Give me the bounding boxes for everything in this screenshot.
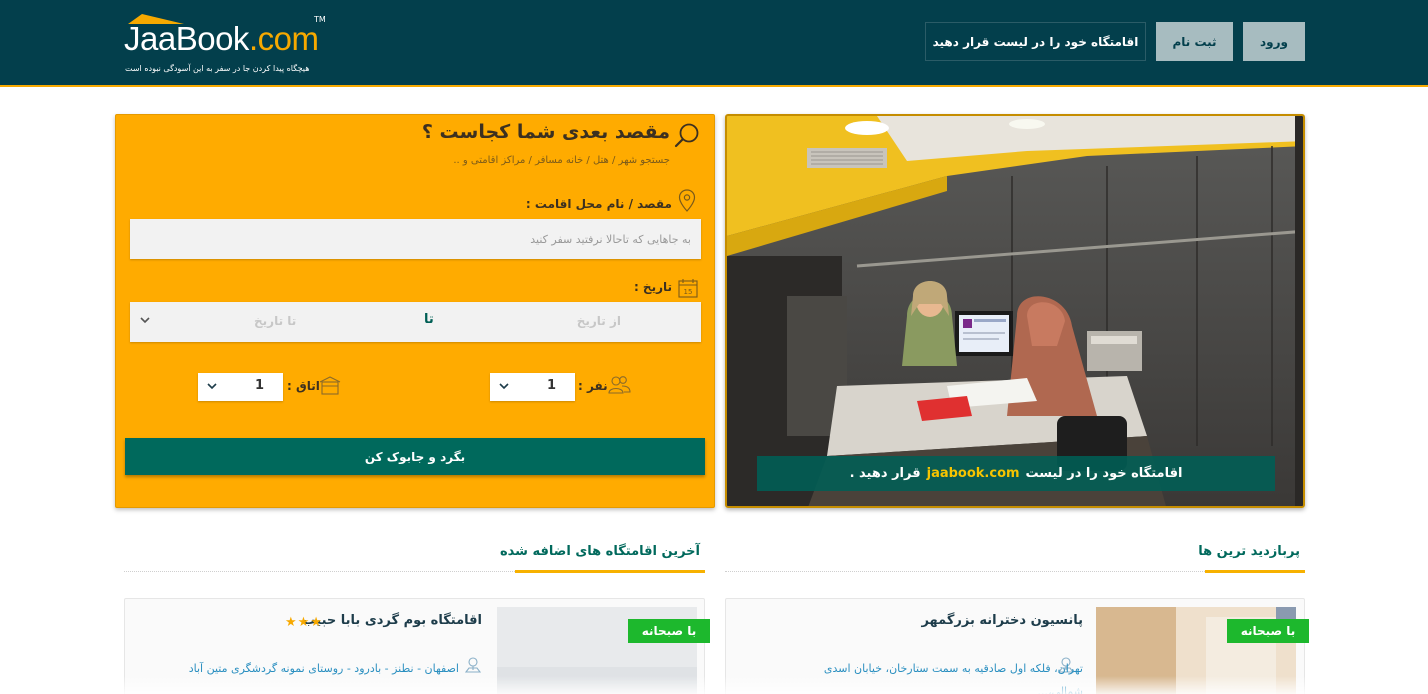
hero-caption: اقامتگاه خود را در لیست jaabook.com قرار… (757, 456, 1275, 491)
date-label: تاریخ : (633, 280, 672, 294)
people-label: نفر : (578, 379, 608, 393)
svg-text:15: 15 (684, 288, 693, 296)
login-button[interactable]: ورود (1243, 22, 1305, 61)
location-pin-icon (465, 657, 481, 673)
search-subtitle: جستجو شهر / هتل / خانه مسافر / مراکز اقا… (453, 155, 670, 166)
date-from-field[interactable]: از تاریخ (577, 314, 621, 328)
hero-caption-brand: jaabook.com (926, 466, 1020, 481)
search-title: مقصد بعدی شما کجاست ؟ (421, 121, 670, 143)
date-range-picker[interactable]: از تاریخ تا تا تاریخ (130, 302, 701, 342)
section-title-latest-added: آخرین اقامتگاه های اضافه شده (500, 544, 700, 559)
bottom-fade (0, 676, 1428, 694)
rating-stars: ★★★ (285, 615, 323, 630)
breakfast-badge: با صبحانه (1227, 619, 1309, 643)
breakfast-badge: با صبحانه (628, 619, 710, 643)
listing-title[interactable]: پانسیون دخترانه بزرگمهر (921, 613, 1083, 628)
listing-title[interactable]: اقامتگاه بوم گردی بابا حبیب (303, 613, 483, 628)
search-submit-button[interactable]: بگرد و جابوک کن (125, 438, 705, 475)
room-select[interactable]: 1 (198, 373, 283, 401)
search-panel: مقصد بعدی شما کجاست ؟ جستجو شهر / هتل / … (115, 114, 715, 508)
hero-caption-text: اقامتگاه خود را در لیست (1025, 466, 1183, 481)
people-select[interactable]: 1 (490, 373, 575, 401)
room-label: اتاق : (287, 379, 320, 393)
chevron-down-icon (207, 383, 217, 390)
calendar-icon: 15 (678, 279, 698, 298)
date-separator: تا (424, 312, 434, 327)
room-icon (319, 376, 341, 395)
site-header: JaaBook.com TM هیچگاه پیدا کردن جا در سف… (0, 0, 1428, 87)
people-value: 1 (547, 378, 557, 393)
logo-trademark: TM (314, 15, 326, 24)
section-underline (515, 570, 705, 573)
destination-label: مقصد / نام محل اقامت : (525, 197, 672, 211)
hero-photo (727, 116, 1303, 506)
location-pin-icon (678, 189, 696, 212)
logo-tagline: هیچگاه پیدا کردن جا در سفر به این آسودگی… (125, 64, 310, 73)
site-logo[interactable]: JaaBook.com TM هیچگاه پیدا کردن جا در سف… (124, 12, 334, 78)
people-icon (608, 376, 631, 394)
logo-wordmark: JaaBook.com (124, 20, 319, 57)
room-value: 1 (255, 378, 265, 393)
hero-banner[interactable]: اقامتگاه خود را در لیست jaabook.com قرار… (725, 114, 1305, 508)
register-button[interactable]: ثبت نام (1156, 22, 1233, 61)
destination-input[interactable] (130, 219, 701, 259)
section-title-most-visited: پربازدید ترین ها (1198, 544, 1300, 559)
list-property-button[interactable]: اقامتگاه خود را در لیست قرار دهید (925, 22, 1146, 61)
date-to-field[interactable]: تا تاریخ (254, 314, 296, 328)
search-icon (674, 123, 699, 148)
hero-caption-text-end: قرار دهید . (849, 466, 921, 481)
chevron-down-icon[interactable] (140, 316, 150, 324)
chevron-down-icon (499, 383, 509, 390)
section-underline (1205, 570, 1305, 573)
